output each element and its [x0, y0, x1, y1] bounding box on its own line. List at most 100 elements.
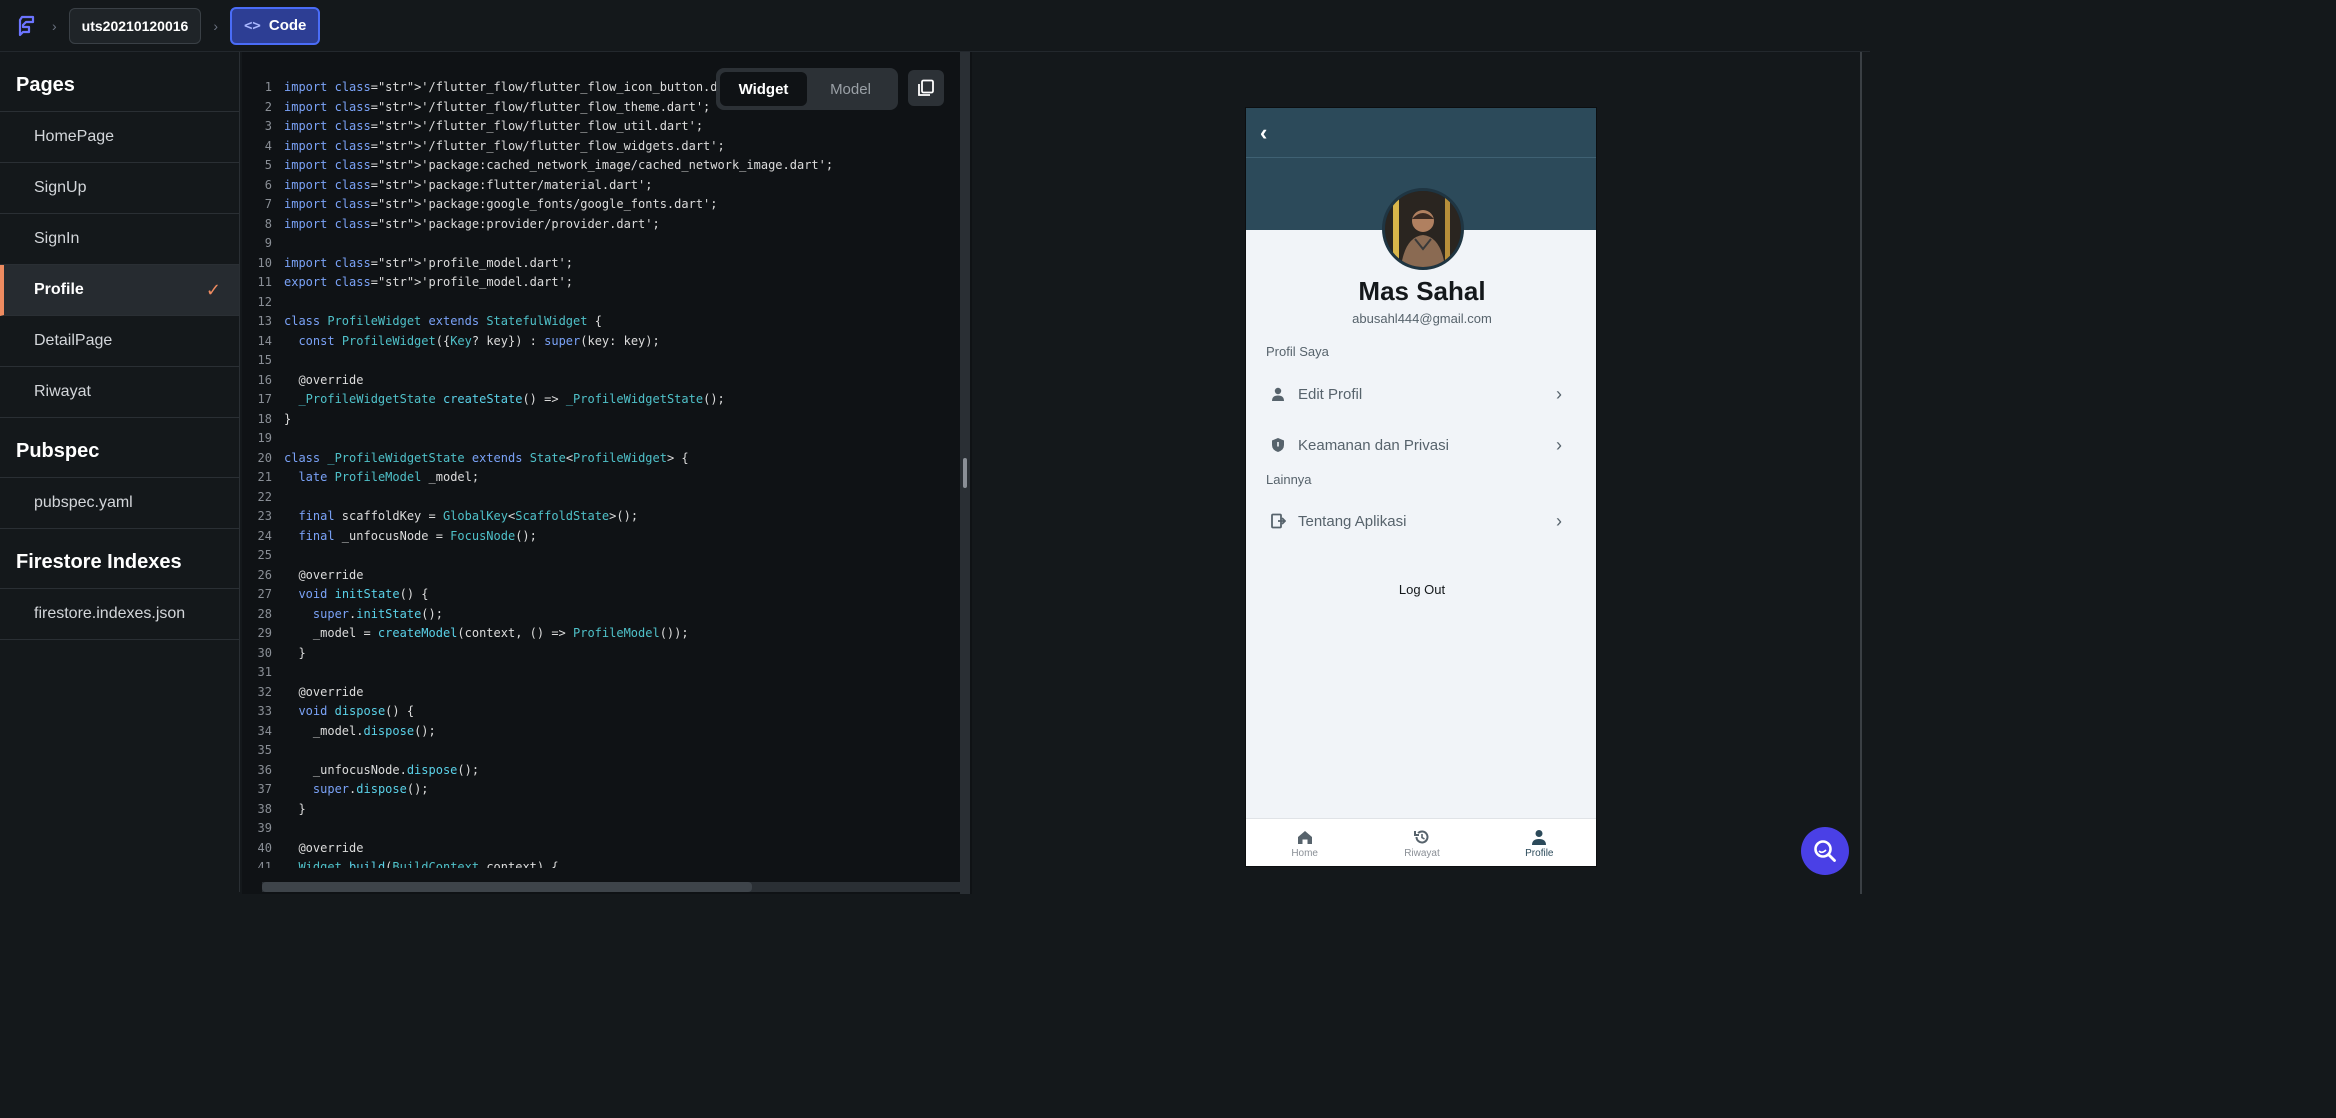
model-tab[interactable]: Model — [807, 72, 894, 106]
firestore-section-title: Firestore Indexes — [0, 529, 239, 589]
logout-button[interactable]: Log Out — [1246, 582, 1596, 597]
person-icon — [1272, 387, 1284, 401]
pages-section-title: Pages — [0, 52, 239, 112]
code-line: 16 @override — [252, 371, 952, 391]
code-text: void dispose() { — [298, 704, 415, 718]
about-app-label: Tentang Aplikasi — [1298, 512, 1407, 530]
code-line: 21 late ProfileModel _model; — [252, 468, 952, 488]
sidebar-item-label: DetailPage — [34, 332, 113, 349]
line-number: 22 — [257, 489, 272, 504]
sidebar-item-signup[interactable]: SignUp — [0, 163, 239, 214]
sidebar-item-firestore-indexes[interactable]: firestore.indexes.json — [0, 589, 239, 640]
search-fab-button[interactable] — [1801, 827, 1849, 875]
line-number: 21 — [257, 470, 272, 484]
security-privacy-item[interactable]: Keamanan dan Privasi › — [1256, 421, 1576, 469]
sidebar-item-riwayat[interactable]: Riwayat — [0, 367, 239, 418]
copy-code-button[interactable] — [908, 70, 944, 106]
line-number: 15 — [257, 353, 272, 367]
nav-item-profile[interactable]: Profile — [1481, 819, 1596, 866]
code-line: 9 — [252, 234, 952, 254]
code-text: super.initState(); — [312, 606, 443, 621]
shield-icon — [1272, 438, 1284, 452]
code-text: @override — [284, 372, 364, 387]
profile-name: Mas Sahal — [1358, 276, 1486, 306]
edit-profile-item[interactable]: Edit Profil › — [1256, 370, 1576, 418]
sidebar-item-homepage[interactable]: HomePage — [0, 112, 239, 163]
code-line: 27 void initState() { — [252, 585, 952, 605]
code-line: 7 import class="str">'package:google_font… — [252, 195, 952, 215]
code-line: 35 — [252, 741, 952, 761]
code-view-button[interactable]: <> Code — [230, 6, 321, 45]
code-editor[interactable]: 1 import class="str">'/flutter_flow/flutt… — [252, 78, 952, 868]
code-text: import class="str">'/flutter_flow/flutte… — [284, 99, 711, 114]
line-number: 36 — [257, 762, 272, 777]
line-number: 5 — [264, 158, 272, 172]
code-text: } — [284, 645, 306, 660]
line-number: 34 — [257, 723, 272, 738]
line-number: 13 — [257, 314, 272, 328]
line-number: 7 — [264, 197, 272, 211]
sidebar-item-label: SignUp — [34, 179, 87, 196]
nav-label: Profile — [1525, 848, 1554, 859]
file-sidebar: Pages HomePage SignUp SignIn Profile ✓ D… — [0, 52, 240, 892]
line-number: 6 — [264, 177, 272, 192]
code-line: 26 @override — [252, 566, 952, 586]
code-line: 23 final scaffoldKey = GlobalKey<Scaffol… — [252, 507, 952, 527]
section-label-profile: Profil Saya — [1266, 344, 1329, 359]
sidebar-item-detailpage[interactable]: DetailPage — [0, 316, 239, 367]
code-text: @override — [284, 567, 364, 582]
code-text: class _ProfileWidgetState extends State<… — [284, 450, 689, 465]
line-number: 18 — [257, 411, 272, 426]
line-number: 2 — [264, 99, 272, 114]
line-number: 14 — [257, 333, 272, 348]
breadcrumb-chevron-icon: › — [213, 17, 218, 34]
project-breadcrumb-button[interactable]: uts20210120016 — [68, 7, 202, 44]
code-line: 32 @override — [252, 683, 952, 703]
line-number: 38 — [257, 801, 272, 816]
resize-handle[interactable] — [963, 458, 967, 488]
line-number: 8 — [264, 216, 272, 231]
sidebar-item-pubspec[interactable]: pubspec.yaml — [0, 478, 239, 529]
code-text: import class="str">'/flutter_flow/flutte… — [284, 138, 725, 153]
exit-icon — [1271, 513, 1286, 529]
line-number: 1 — [264, 80, 272, 94]
code-line: 10 import class="str">'profile_model.dart… — [252, 254, 952, 274]
phone-preview: ‹ Mas Sahal abusahl444@gmail.com Profil … — [1245, 107, 1597, 867]
line-number: 37 — [257, 782, 272, 796]
nav-item-riwayat[interactable]: Riwayat — [1363, 819, 1480, 866]
flutterflow-logo-icon[interactable] — [12, 12, 40, 40]
code-line: 6 import class="str">'package:flutter/mat… — [252, 176, 952, 196]
code-text: @override — [284, 840, 364, 855]
sidebar-item-profile[interactable]: Profile ✓ — [0, 265, 239, 316]
code-line: 28 super.initState(); — [252, 605, 952, 625]
back-arrow-icon[interactable]: ‹ — [1260, 120, 1267, 146]
code-text: import class="str">'package:flutter/mate… — [284, 177, 653, 192]
line-number: 9 — [264, 236, 272, 250]
widget-tab[interactable]: Widget — [720, 72, 807, 106]
nav-label: Riwayat — [1404, 848, 1440, 859]
nav-item-home[interactable]: Home — [1246, 819, 1363, 866]
code-line: 22 — [252, 488, 952, 508]
line-number: 11 — [257, 275, 272, 289]
code-line: 30 } — [252, 644, 952, 664]
code-text: import class="str">'/flutter_flow/flutte… — [284, 80, 754, 94]
line-number: 16 — [257, 372, 272, 387]
code-line: 13 class ProfileWidget extends StatefulWi… — [252, 312, 952, 332]
sidebar-item-label: SignIn — [34, 230, 80, 247]
profile-icon — [1532, 830, 1547, 845]
search-icon — [1814, 840, 1836, 862]
app-bar: ‹ — [1246, 108, 1596, 158]
about-app-item[interactable]: Tentang Aplikasi › — [1256, 497, 1576, 545]
code-text: import class="str">'profile_model.dart'; — [284, 255, 574, 270]
copy-icon — [918, 79, 934, 96]
code-line: 38 } — [252, 800, 952, 820]
line-number: 12 — [257, 294, 272, 309]
line-number: 27 — [257, 587, 272, 601]
code-line: 39 — [252, 819, 952, 839]
sidebar-item-signin[interactable]: SignIn — [0, 214, 239, 265]
horizontal-scrollbar-thumb[interactable] — [262, 882, 752, 892]
line-number: 31 — [257, 665, 272, 679]
line-number: 23 — [257, 509, 272, 523]
chevron-right-icon: › — [1556, 510, 1562, 531]
edit-profile-label: Edit Profil — [1298, 385, 1363, 403]
